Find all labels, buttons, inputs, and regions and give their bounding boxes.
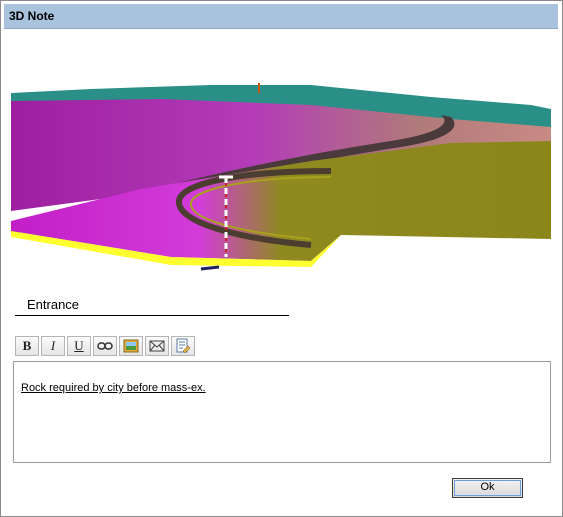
3d-note-dialog: 3D Note Entrance B I U Rock required by …: [0, 0, 563, 517]
formatting-toolbar: B I U: [15, 336, 197, 357]
link-button[interactable]: [93, 336, 117, 356]
insert-image-button[interactable]: [119, 336, 143, 356]
marker-base: [200, 265, 220, 271]
note-title-text: Entrance: [27, 297, 80, 312]
document-edit-icon: [176, 338, 191, 354]
ok-button[interactable]: Ok: [452, 478, 523, 498]
note-properties-button[interactable]: [171, 336, 195, 356]
envelope-icon: [149, 340, 165, 352]
italic-button[interactable]: I: [41, 336, 65, 356]
note-body-text: Rock required by city before mass-ex.: [21, 382, 206, 394]
bold-button[interactable]: B: [15, 336, 39, 356]
link-icon: [97, 342, 113, 350]
window-title: 3D Note: [9, 9, 55, 23]
image-icon: [123, 339, 139, 353]
note-title-field[interactable]: Entrance: [15, 294, 289, 316]
underline-button[interactable]: U: [67, 336, 91, 356]
title-bar[interactable]: 3D Note: [4, 4, 558, 29]
terrain-3d-view[interactable]: [11, 71, 551, 276]
email-button[interactable]: [145, 336, 169, 356]
note-body-editor[interactable]: Rock required by city before mass-ex.: [13, 361, 551, 463]
ok-button-label: Ok: [480, 481, 495, 493]
